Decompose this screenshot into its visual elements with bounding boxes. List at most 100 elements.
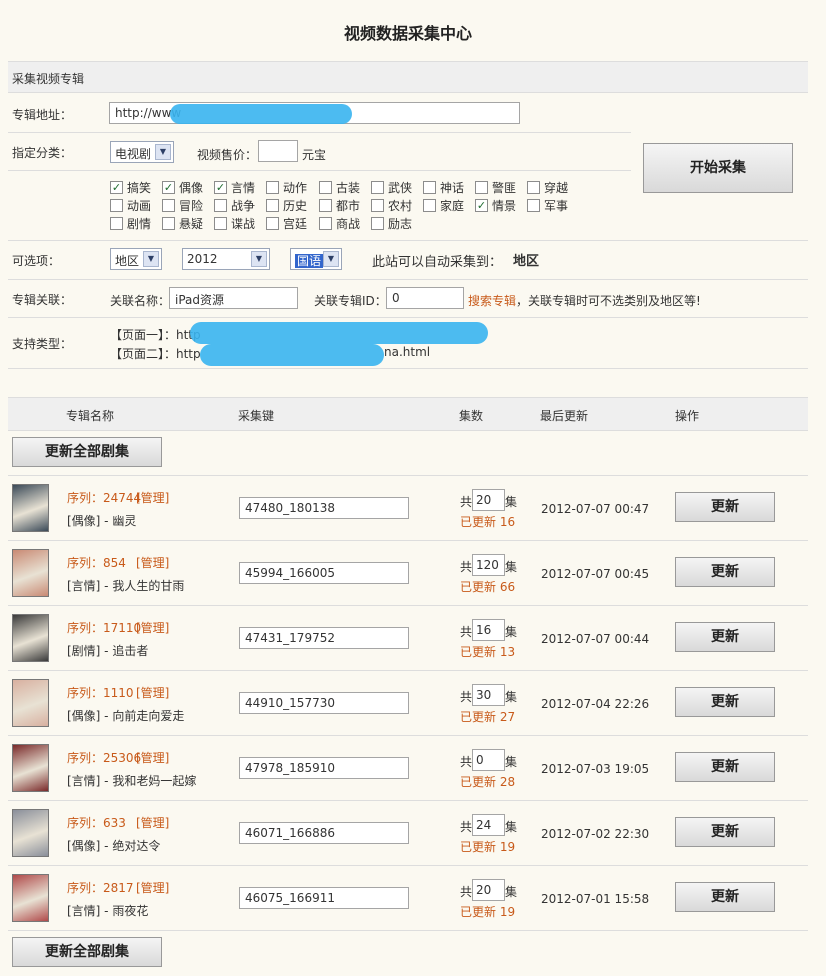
episode-count-input[interactable]: 24 xyxy=(472,814,505,836)
update-all-button-bottom[interactable]: 更新全部剧集 xyxy=(12,937,162,967)
genre-label: 战争 xyxy=(231,198,256,213)
genre-checkbox[interactable]: 战争 xyxy=(214,197,255,213)
checkbox-empty-icon[interactable] xyxy=(371,180,384,194)
album-name: [偶像] - 向前走向爱走 xyxy=(67,709,185,723)
genre-checkbox[interactable]: 警匪 xyxy=(475,179,516,195)
checkbox-empty-icon[interactable] xyxy=(475,180,488,194)
collect-key-input[interactable]: 46075_166911 xyxy=(239,887,409,909)
total-suffix: 集 xyxy=(505,495,518,509)
genre-checkbox[interactable]: 穿越 xyxy=(527,179,568,195)
genre-checkbox[interactable]: 商战 xyxy=(319,215,360,231)
update-button[interactable]: 更新 xyxy=(675,752,775,782)
genre-checkbox[interactable]: 军事 xyxy=(527,197,568,213)
total-suffix: 集 xyxy=(505,820,518,834)
manage-link[interactable]: [管理] xyxy=(136,684,169,701)
total-suffix: 集 xyxy=(505,625,518,639)
total-prefix: 共 xyxy=(460,690,473,704)
checkbox-empty-icon[interactable] xyxy=(214,216,227,230)
checkbox-empty-icon[interactable] xyxy=(371,198,384,212)
start-collect-button[interactable]: 开始采集 xyxy=(643,143,793,193)
search-album-link[interactable]: 搜索专辑 xyxy=(468,292,516,309)
manage-link[interactable]: [管理] xyxy=(136,554,169,571)
update-button[interactable]: 更新 xyxy=(675,557,775,587)
updated-count: 已更新 27 xyxy=(460,710,516,724)
checkbox-empty-icon[interactable] xyxy=(423,198,436,212)
collect-key-input[interactable]: 46071_166886 xyxy=(239,822,409,844)
update-button[interactable]: 更新 xyxy=(675,492,775,522)
checkbox-empty-icon[interactable] xyxy=(214,198,227,212)
support-label: 支持类型： xyxy=(12,337,73,351)
genre-checkbox[interactable]: 历史 xyxy=(266,197,307,213)
episode-count-input[interactable]: 20 xyxy=(472,879,505,901)
col-collect-key: 采集键 xyxy=(238,409,275,423)
price-input[interactable] xyxy=(258,140,298,162)
checkbox-empty-icon[interactable] xyxy=(266,180,279,194)
genre-checkbox[interactable]: 动作 xyxy=(266,179,307,195)
checkbox-empty-icon[interactable] xyxy=(162,216,175,230)
category-select[interactable]: 电视剧 ▼ xyxy=(110,141,174,163)
genre-label: 古装 xyxy=(336,180,361,195)
checkbox-empty-icon[interactable] xyxy=(319,198,332,212)
genre-checkbox[interactable]: 励志 xyxy=(371,215,412,231)
update-all-button[interactable]: 更新全部剧集 xyxy=(12,437,162,467)
collect-key-input[interactable]: 47431_179752 xyxy=(239,627,409,649)
collect-key-input[interactable]: 47480_180138 xyxy=(239,497,409,519)
genre-checkbox[interactable]: 武侠 xyxy=(371,179,412,195)
genre-checkbox[interactable]: 神话 xyxy=(423,179,464,195)
checkbox-empty-icon[interactable] xyxy=(162,198,175,212)
checkbox-empty-icon[interactable] xyxy=(266,216,279,230)
thumbnail-image xyxy=(13,550,48,596)
episode-count-input[interactable]: 20 xyxy=(472,489,505,511)
manage-link[interactable]: [管理] xyxy=(136,619,169,636)
collect-key-input[interactable]: 47978_185910 xyxy=(239,757,409,779)
checkbox-empty-icon[interactable] xyxy=(527,180,540,194)
checkbox-empty-icon[interactable] xyxy=(110,216,123,230)
language-select[interactable]: 国语 ▼ xyxy=(290,248,342,270)
divider xyxy=(8,170,631,171)
region-select[interactable]: 地区 ▼ xyxy=(110,248,162,270)
manage-link[interactable]: [管理] xyxy=(136,814,169,831)
year-select[interactable]: 2012 ▼ xyxy=(182,248,270,270)
checkbox-checked-icon[interactable]: ✓ xyxy=(475,198,488,212)
checkbox-empty-icon[interactable] xyxy=(423,180,436,194)
episode-count-input[interactable]: 0 xyxy=(472,749,505,771)
update-button[interactable]: 更新 xyxy=(675,622,775,652)
checkbox-empty-icon[interactable] xyxy=(371,216,384,230)
genre-checkbox[interactable]: 都市 xyxy=(319,197,360,213)
album-serial: 序列：633 xyxy=(67,816,126,830)
update-button[interactable]: 更新 xyxy=(675,687,775,717)
checkbox-checked-icon[interactable]: ✓ xyxy=(110,180,123,194)
manage-link[interactable]: [管理] xyxy=(136,749,169,766)
checkbox-empty-icon[interactable] xyxy=(266,198,279,212)
episode-count-input[interactable]: 16 xyxy=(472,619,505,641)
checkbox-empty-icon[interactable] xyxy=(527,198,540,212)
genre-checkbox[interactable]: ✓ 情景 xyxy=(475,197,516,213)
genre-checkbox[interactable]: ✓ 偶像 xyxy=(162,179,203,195)
checkbox-checked-icon[interactable]: ✓ xyxy=(162,180,175,194)
genre-checkbox[interactable]: 农村 xyxy=(371,197,412,213)
episode-count-input[interactable]: 120 xyxy=(472,554,505,576)
genre-checkbox[interactable]: 剧情 xyxy=(110,215,151,231)
genre-checkbox[interactable]: 宫廷 xyxy=(266,215,307,231)
checkbox-empty-icon[interactable] xyxy=(110,198,123,212)
genre-checkbox[interactable]: ✓ 言情 xyxy=(214,179,255,195)
genre-checkbox[interactable]: 悬疑 xyxy=(162,215,203,231)
episode-count-input[interactable]: 30 xyxy=(472,684,505,706)
checkbox-empty-icon[interactable] xyxy=(319,216,332,230)
genre-checkbox[interactable]: 古装 xyxy=(319,179,360,195)
genre-checkbox[interactable]: 家庭 xyxy=(423,197,464,213)
assoc-id-input[interactable]: 0 xyxy=(386,287,464,309)
manage-link[interactable]: [管理] xyxy=(136,489,169,506)
assoc-name-input[interactable]: iPad资源 xyxy=(169,287,298,309)
collect-key-input[interactable]: 44910_157730 xyxy=(239,692,409,714)
checkbox-empty-icon[interactable] xyxy=(319,180,332,194)
genre-checkbox[interactable]: 动画 xyxy=(110,197,151,213)
collect-key-input[interactable]: 45994_166005 xyxy=(239,562,409,584)
update-button[interactable]: 更新 xyxy=(675,817,775,847)
manage-link[interactable]: [管理] xyxy=(136,879,169,896)
genre-checkbox[interactable]: 谍战 xyxy=(214,215,255,231)
checkbox-checked-icon[interactable]: ✓ xyxy=(214,180,227,194)
genre-checkbox[interactable]: ✓ 搞笑 xyxy=(110,179,151,195)
update-button[interactable]: 更新 xyxy=(675,882,775,912)
genre-checkbox[interactable]: 冒险 xyxy=(162,197,203,213)
